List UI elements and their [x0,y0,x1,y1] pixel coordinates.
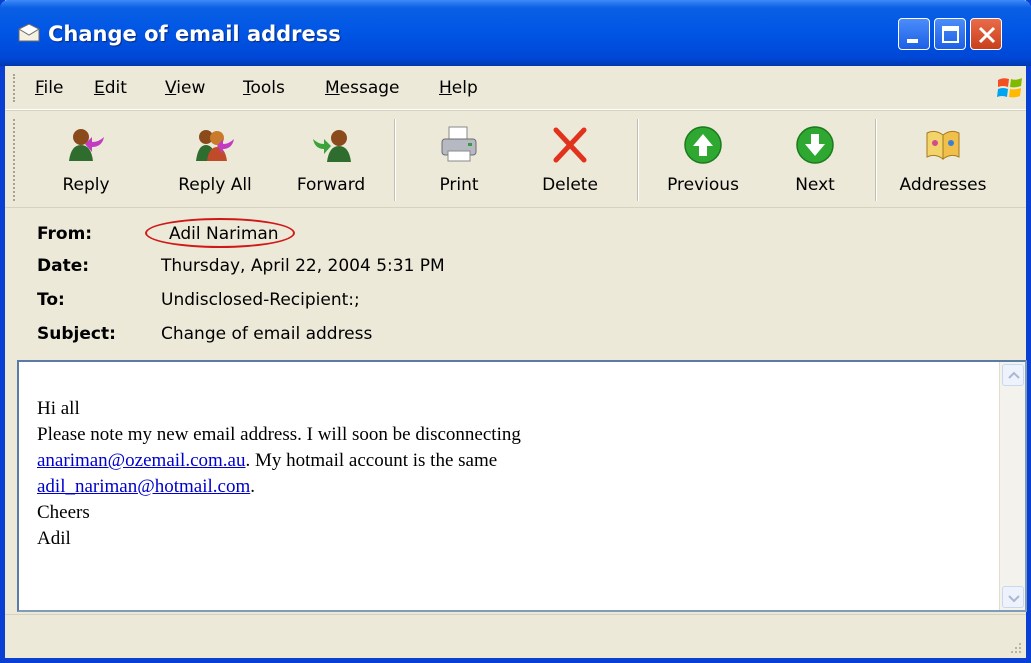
date-value: Thursday, April 22, 2004 5:31 PM [161,256,445,276]
previous-button[interactable]: Previous [655,111,751,209]
chevron-up-icon [1008,371,1020,379]
toolbar-grip[interactable] [13,119,17,201]
up-arrow-icon [684,126,722,164]
toolbar-separator [875,119,877,201]
message-line: Hi all [37,398,80,419]
toolbar-separator [637,119,639,201]
message-line: Adil [37,528,71,549]
scroll-up-button[interactable] [1002,364,1024,386]
delete-x-icon [553,127,587,163]
reply-button[interactable]: Reply [43,111,129,209]
minimize-button[interactable] [898,18,930,50]
addresses-label: Addresses [899,175,987,195]
print-label: Print [439,175,479,195]
menu-bar: File Edit View Tools Message Help [5,66,1026,110]
delete-label: Delete [542,175,598,195]
reply-label: Reply [62,175,110,195]
previous-label: Previous [667,175,739,195]
delete-button[interactable]: Delete [527,111,613,209]
window-title: Change of email address [48,22,341,46]
from-label: From: [37,224,93,244]
down-arrow-icon [796,126,834,164]
toolbar: Reply Reply All Forward Print Delete Pre… [5,110,1026,208]
print-button[interactable]: Print [415,111,503,209]
message-line: Please note my new email address. I will… [37,424,521,445]
message-line: Cheers [37,502,90,523]
email-window: Change of email address File Edit View T… [0,0,1031,663]
forward-label: Forward [296,175,366,195]
scroll-down-button[interactable] [1002,586,1024,608]
resize-grip-icon[interactable] [1008,640,1022,654]
to-value: Undisclosed-Recipient:; [161,290,360,310]
reply-all-icon [196,130,234,161]
addresses-button[interactable]: Addresses [883,111,1003,209]
date-label: Date: [37,256,90,276]
toolbar-separator [394,119,396,201]
title-bar[interactable]: Change of email address [0,0,1031,66]
envelope-icon [18,24,40,42]
message-line: adil_nariman@hotmail.com. [37,476,255,497]
reply-all-label: Reply All [178,175,252,195]
forward-button[interactable]: Forward [277,111,385,209]
vertical-scrollbar[interactable] [999,362,1025,610]
next-label: Next [795,175,835,195]
reply-icon [69,129,104,161]
reply-all-button[interactable]: Reply All [159,111,271,209]
menu-view[interactable]: View [165,78,205,98]
address-book-icon [926,130,960,160]
to-label: To: [37,290,65,310]
chevron-down-icon [1008,595,1020,603]
minimize-icon [907,39,918,43]
subject-value: Change of email address [161,324,373,344]
menu-help[interactable]: Help [439,78,478,98]
menu-edit[interactable]: Edit [94,78,127,98]
menu-tools[interactable]: Tools [243,78,285,98]
printer-icon [441,126,477,162]
close-icon [978,26,996,44]
message-header: From: Adil Nariman Date: Thursday, April… [5,210,1026,358]
maximize-button[interactable] [934,18,966,50]
close-button[interactable] [970,18,1002,50]
message-line: anariman@ozemail.com.au. My hotmail acco… [37,450,498,471]
email-link[interactable]: adil_nariman@hotmail.com [37,476,250,497]
menu-message[interactable]: Message [325,78,400,98]
forward-icon [313,130,351,162]
menu-file[interactable]: File [35,78,63,98]
menubar-grip[interactable] [13,74,17,102]
windows-logo-icon [997,78,1022,98]
message-body-pane[interactable]: Hi all Please note my new email address.… [17,360,1027,612]
maximize-icon [942,26,959,43]
status-bar [5,614,1026,658]
from-value[interactable]: Adil Nariman [169,224,279,244]
subject-label: Subject: [37,324,116,344]
next-button[interactable]: Next [775,111,855,209]
message-text: Hi all Please note my new email address.… [37,396,521,552]
email-link[interactable]: anariman@ozemail.com.au [37,450,245,471]
